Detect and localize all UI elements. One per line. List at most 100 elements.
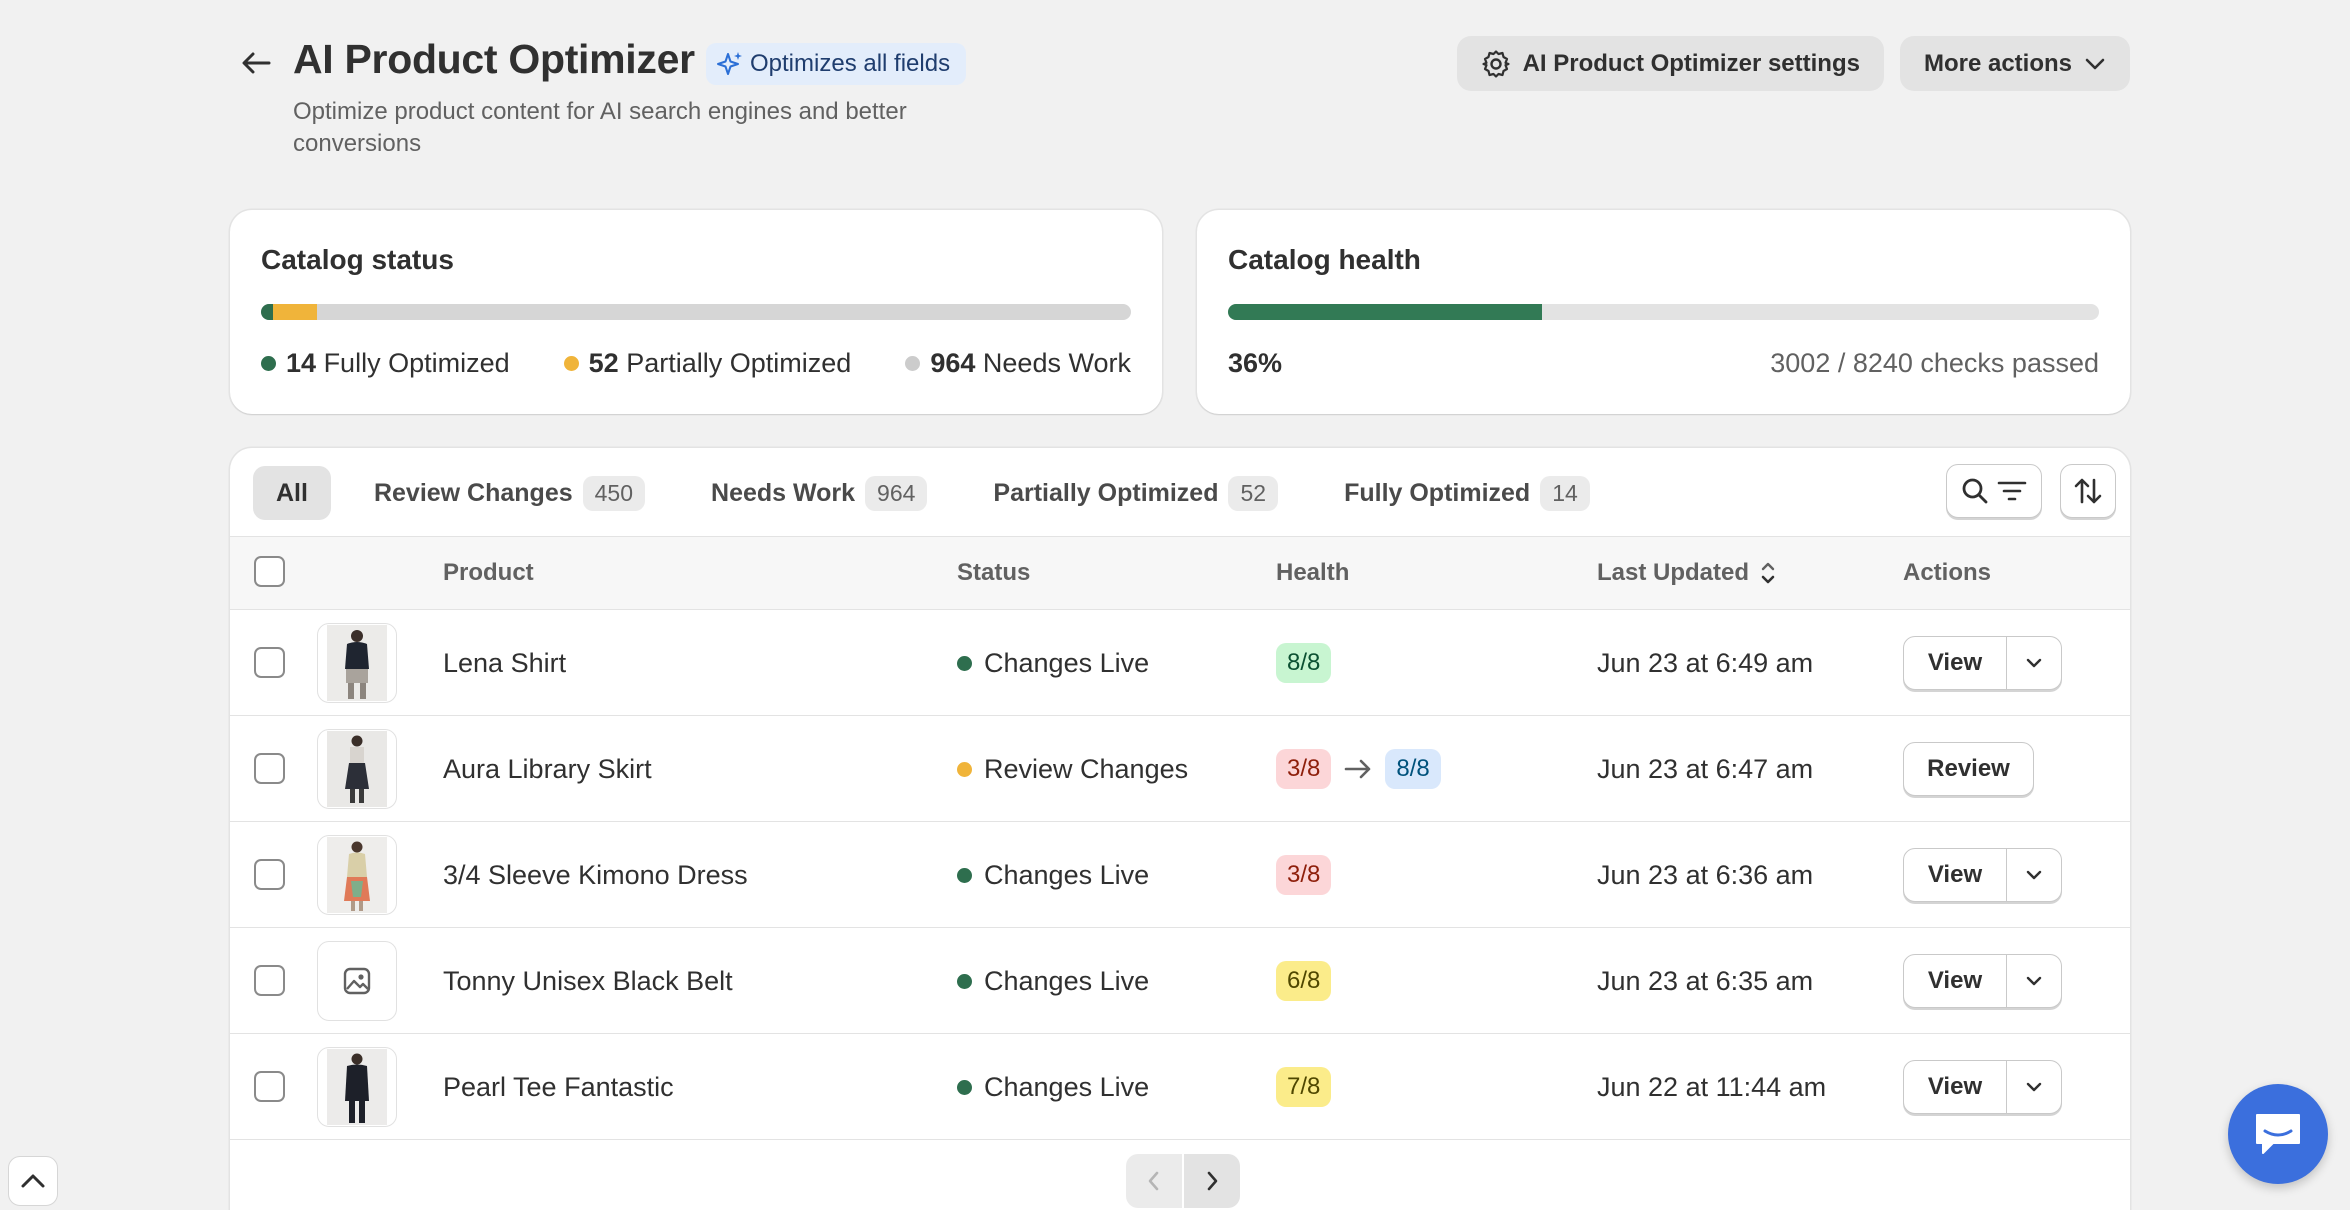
arrow-left-icon <box>242 52 271 74</box>
tab-partially-optimized[interactable]: Partially Optimized 52 <box>970 466 1301 520</box>
row-menu-button[interactable] <box>2007 954 2062 1008</box>
status-label: Review Changes <box>984 754 1189 784</box>
product-name[interactable]: Pearl Tee Fantastic <box>443 1072 674 1103</box>
row-checkbox[interactable] <box>254 965 285 996</box>
row-actions: View <box>1903 954 2062 1008</box>
table-row[interactable]: Pearl Tee Fantastic Changes Live 7/8 Jun… <box>230 1034 2130 1140</box>
tab-all[interactable]: All <box>253 466 331 520</box>
row-checkbox[interactable] <box>254 1071 285 1102</box>
tab-label: Needs Work <box>711 478 856 507</box>
health-badge: 3/8 <box>1276 855 1332 895</box>
row-actions: View <box>1903 636 2062 690</box>
settings-button[interactable]: AI Product Optimizer settings <box>1456 36 1884 91</box>
next-page-button[interactable] <box>1184 1154 1240 1208</box>
header-actions: AI Product Optimizer settings More actio… <box>1456 36 2130 91</box>
health-cell: 3/8 <box>1276 855 1332 895</box>
scroll-up-button[interactable] <box>8 1156 58 1206</box>
last-updated: Jun 23 at 6:36 am <box>1597 860 1814 890</box>
tab-fully-optimized[interactable]: Fully Optimized 14 <box>1321 466 1613 520</box>
sort-button[interactable] <box>2060 464 2116 518</box>
table-row[interactable]: Tonny Unisex Black Belt Changes Live 6/8… <box>230 928 2130 1034</box>
health-bar-fill <box>1228 304 1542 320</box>
product-name[interactable]: Lena Shirt <box>443 648 566 679</box>
health-cell: 6/8 <box>1276 961 1332 1001</box>
table-row[interactable]: Lena Shirt Changes Live 8/8 Jun 23 at 6:… <box>230 610 2130 716</box>
row-menu-button[interactable] <box>2007 636 2062 690</box>
product-image-tee <box>327 1049 387 1125</box>
product-image-dress <box>327 837 387 913</box>
catalog-health-card: Catalog health 36% 3002 / 8240 checks pa… <box>1197 210 2130 414</box>
status-dot-icon <box>957 974 972 989</box>
ai-badge: Optimizes all fields <box>706 43 967 85</box>
page-subtitle: Optimize product content for AI search e… <box>293 98 907 157</box>
previous-page-button[interactable] <box>1126 1154 1182 1208</box>
chevron-right-icon <box>1207 1171 1218 1191</box>
row-checkbox[interactable] <box>254 647 285 678</box>
dot-needs-icon <box>905 356 921 371</box>
table-header: Product Status Health Last Updated Actio… <box>230 536 2130 610</box>
product-name[interactable]: Tonny Unisex Black Belt <box>443 966 733 997</box>
tab-count: 52 <box>1228 475 1279 511</box>
view-button[interactable]: View <box>1903 954 2007 1008</box>
catalog-status-bar <box>261 304 1131 320</box>
search-icon <box>1962 478 1988 504</box>
products-table-card: All Review Changes 450 Needs Work 964 Pa… <box>230 448 2130 1210</box>
view-button[interactable]: View <box>1903 848 2007 902</box>
status-cell: Changes Live <box>957 966 1149 997</box>
column-health: Health <box>1276 559 1350 586</box>
chevron-down-icon <box>2026 658 2042 668</box>
filter-tabs: All Review Changes 450 Needs Work 964 Pa… <box>253 466 1613 520</box>
row-menu-button[interactable] <box>2007 1060 2062 1114</box>
column-status: Status <box>957 559 1031 586</box>
select-all-checkbox[interactable] <box>254 556 285 587</box>
catalog-status-title: Catalog status <box>261 244 454 275</box>
health-badge-after: 8/8 <box>1385 749 1441 789</box>
status-cell: Changes Live <box>957 648 1149 679</box>
catalog-status-legend: 14 Fully Optimized 52 Partially Optimize… <box>261 348 1131 379</box>
tab-count: 964 <box>865 475 928 511</box>
row-actions: Review <box>1903 742 2034 796</box>
legend-partially-optimized: 52 Partially Optimized <box>563 348 851 379</box>
settings-button-label: AI Product Optimizer settings <box>1522 49 1860 77</box>
product-thumbnail <box>317 729 397 809</box>
needs-label: Needs Work <box>982 348 1131 378</box>
row-checkbox[interactable] <box>254 859 285 890</box>
search-filter-button[interactable] <box>1946 464 2042 518</box>
tab-needs-work[interactable]: Needs Work 964 <box>688 466 950 520</box>
bar-segment-fully-optimized <box>261 304 273 320</box>
product-name[interactable]: 3/4 Sleeve Kimono Dress <box>443 860 748 891</box>
product-name[interactable]: Aura Library Skirt <box>443 754 652 785</box>
dot-fully-icon <box>261 356 276 371</box>
column-last-updated[interactable]: Last Updated <box>1597 559 1777 587</box>
status-dot-icon <box>957 762 972 777</box>
chat-button[interactable] <box>2228 1084 2328 1184</box>
catalog-health-title: Catalog health <box>1228 244 1421 275</box>
more-actions-button[interactable]: More actions <box>1899 36 2130 91</box>
row-checkbox[interactable] <box>254 753 285 784</box>
catalog-health-bar <box>1228 304 2099 320</box>
bar-segment-partially-optimized <box>272 304 318 320</box>
view-button[interactable]: View <box>1903 636 2007 690</box>
needs-count: 964 <box>930 348 976 378</box>
health-percent: 36% <box>1228 348 1283 378</box>
tab-review-changes[interactable]: Review Changes 450 <box>351 466 668 520</box>
health-badge: 6/8 <box>1276 961 1332 1001</box>
tab-label: Review Changes <box>373 478 573 507</box>
status-label: Changes Live <box>984 648 1150 678</box>
tab-label: Partially Optimized <box>993 478 1219 507</box>
row-actions: View <box>1903 1060 2062 1114</box>
health-badge: 8/8 <box>1276 643 1332 683</box>
status-dot-icon <box>957 656 972 671</box>
table-row[interactable]: 3/4 Sleeve Kimono Dress Changes Live 3/8… <box>230 822 2130 928</box>
view-button[interactable]: View <box>1903 1060 2007 1114</box>
fully-count: 14 <box>286 348 317 378</box>
row-menu-button[interactable] <box>2007 848 2062 902</box>
product-image-shirt <box>327 625 387 701</box>
sparkle-icon <box>717 52 742 75</box>
sort-arrows-icon <box>1761 562 1775 584</box>
arrow-right-icon <box>1345 759 1371 779</box>
catalog-status-card: Catalog status 14 Fully Optimized 52 Par… <box>230 210 1162 414</box>
back-button[interactable] <box>230 40 282 86</box>
review-button[interactable]: Review <box>1903 742 2034 796</box>
table-row[interactable]: Aura Library Skirt Review Changes 3/8 8/… <box>230 716 2130 822</box>
